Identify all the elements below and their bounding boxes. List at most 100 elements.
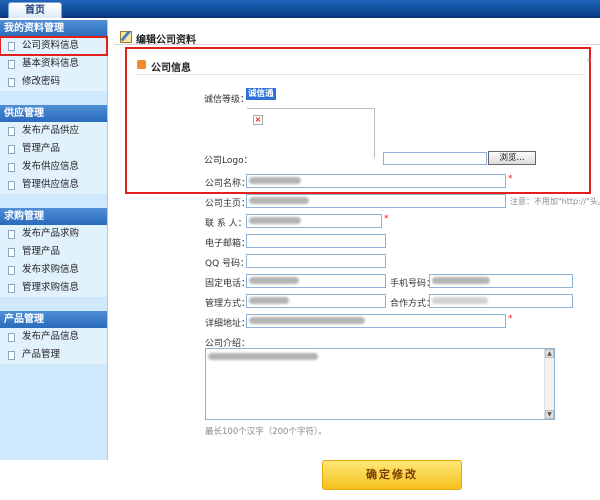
sidebar-item-label: 产品管理 [22,349,61,360]
sidebar-item-label: 管理产品 [22,246,61,257]
redacted-value [432,297,488,304]
company-name-input[interactable] [246,174,506,188]
logo-file-input[interactable] [383,152,487,165]
company-name-label: 公司名称： [205,179,251,189]
cooperation-input[interactable] [429,294,573,308]
sidebar-item-manage-purchase-info[interactable]: 管理求购信息 [0,279,107,297]
document-icon [8,60,15,69]
qq-label: QQ 号码： [205,259,250,269]
sidebar-group-title[interactable]: 我的资料管理 [0,20,107,37]
management-label: 管理方式： [205,299,251,309]
document-icon [8,42,15,51]
address-label: 详细地址： [205,319,251,329]
document-icon [8,284,15,293]
redacted-value [249,277,299,284]
sidebar-item-label: 管理求购信息 [22,282,80,293]
main-content: 编辑公司资料 公司信息 * 诚信等级： 诚信通 × 公司Logo： 浏览... … [114,22,600,500]
mobile-input[interactable] [429,274,573,288]
confirm-edit-button[interactable]: 确定修改 [322,460,462,490]
required-mark: * [587,57,591,66]
broken-image-icon: × [253,115,263,125]
contact-input[interactable] [246,214,382,228]
sidebar-item-label: 发布产品供应 [22,125,80,136]
browse-button[interactable]: 浏览... [488,151,536,165]
document-icon [8,248,15,257]
section-title: 公司信息 [151,63,191,74]
redacted-value [249,217,301,224]
sidebar-group-product: 产品管理 发布产品信息 产品管理 [0,311,107,364]
intro-textarea[interactable]: ▲ ▼ [205,348,555,420]
credit-level-badge: 诚信通 [246,88,276,100]
required-mark: * [508,174,513,184]
redacted-value [208,353,318,360]
sidebar-item-change-password[interactable]: 修改密码 [0,73,107,91]
sidebar-group-title[interactable]: 产品管理 [0,311,107,328]
document-icon [8,127,15,136]
document-icon [8,351,15,360]
qq-input[interactable] [246,254,386,268]
sidebar-group-title[interactable]: 求购管理 [0,208,107,225]
sidebar-item-manage-products[interactable]: 管理产品 [0,140,107,158]
sidebar-item-manage-supply-info[interactable]: 管理供应信息 [0,176,107,194]
homepage-input[interactable] [246,194,506,208]
sidebar-item-label: 修改密码 [22,76,61,87]
textarea-scrollbar[interactable]: ▲ ▼ [544,349,554,419]
sidebar-item-manage-products-2[interactable]: 管理产品 [0,243,107,261]
homepage-label: 公司主页： [205,199,251,209]
redacted-value [249,197,309,204]
contact-label: 联 系 人： [205,219,247,229]
intro-length-hint: 最长100个汉字（200个字符）。 [205,427,327,437]
sidebar-item-publish-supply-info[interactable]: 发布供应信息 [0,158,107,176]
orange-square-icon [137,60,146,69]
top-nav-bar: 首页 [0,0,600,18]
sidebar-item-publish-purchase-product[interactable]: 发布产品求购 [0,225,107,243]
document-icon [8,333,15,342]
sidebar-item-publish-product-info[interactable]: 发布产品信息 [0,328,107,346]
sidebar-item-company-info[interactable]: 公司资料信息 [0,36,108,56]
sidebar-group-purchase: 求购管理 发布产品求购 管理产品 发布求购信息 管理求购信息 [0,208,107,297]
credit-level-label: 诚信等级： [204,95,250,105]
phone-input[interactable] [246,274,386,288]
management-input[interactable] [246,294,386,308]
sidebar-item-label: 发布产品信息 [22,331,80,342]
homepage-note: 注意：不用加"http://"头。 [510,197,600,206]
document-icon [8,266,15,275]
document-icon [8,163,15,172]
document-icon [8,230,15,239]
document-icon [8,78,15,87]
sidebar-item-label: 公司资料信息 [22,40,80,51]
edit-document-icon [120,31,132,43]
sidebar-item-product-management[interactable]: 产品管理 [0,346,107,364]
sidebar-item-label: 基本资料信息 [22,58,80,69]
phone-label: 固定电话： [205,279,251,289]
document-icon [8,145,15,154]
required-mark: * [384,214,389,224]
sidebar-group-profile: 我的资料管理 公司资料信息 基本资料信息 修改密码 [0,20,108,91]
sidebar-group-title[interactable]: 供应管理 [0,105,107,122]
sidebar-group-supply: 供应管理 发布产品供应 管理产品 发布供应信息 管理供应信息 [0,105,107,194]
email-input[interactable] [246,234,386,248]
tab-home[interactable]: 首页 [8,2,62,18]
redacted-value [249,317,365,324]
section-divider [135,74,583,75]
redacted-value [432,277,490,284]
sidebar-item-basic-info[interactable]: 基本资料信息 [0,55,107,73]
scroll-up-icon[interactable]: ▲ [545,349,554,358]
title-divider [114,44,600,45]
logo-preview-frame [247,108,375,158]
sidebar-item-publish-supply-product[interactable]: 发布产品供应 [0,122,107,140]
sidebar: 我的资料管理 公司资料信息 基本资料信息 修改密码 供应管理 发布产品供应 管理… [0,20,108,460]
sidebar-item-label: 发布产品求购 [22,228,80,239]
sidebar-item-label: 发布供应信息 [22,161,80,172]
sidebar-item-label: 发布求购信息 [22,264,80,275]
scroll-down-icon[interactable]: ▼ [545,410,554,419]
redacted-value [249,177,301,184]
required-mark: * [508,314,513,324]
sidebar-item-label: 管理供应信息 [22,179,80,190]
email-label: 电子邮箱： [205,239,251,249]
sidebar-item-publish-purchase-info[interactable]: 发布求购信息 [0,261,107,279]
redacted-value [249,297,289,304]
sidebar-item-label: 管理产品 [22,143,61,154]
address-input[interactable] [246,314,506,328]
logo-label: 公司Logo： [204,156,253,166]
